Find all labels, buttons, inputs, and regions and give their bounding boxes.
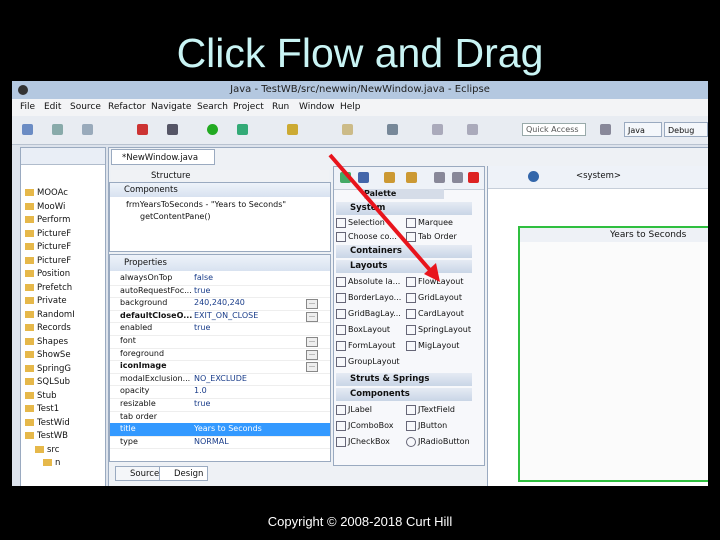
copyright-text: Copyright © 2008-2018 Curt Hill	[267, 514, 453, 529]
eclipse-screenshot: Java - TestWB/src/newwin/NewWindow.java …	[12, 81, 708, 486]
slide-title: Click Flow and Drag	[176, 30, 544, 76]
drag-arrow	[328, 153, 440, 282]
